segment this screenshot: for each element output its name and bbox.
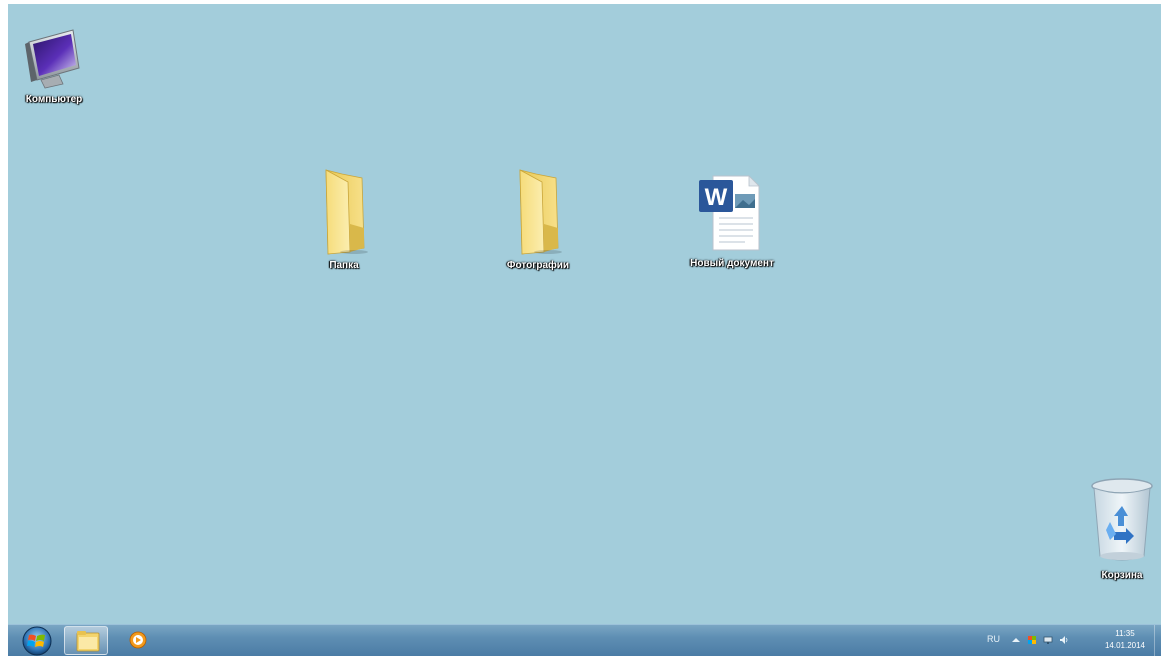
desktop-icon-label: Фотографии: [506, 260, 570, 271]
flag-icon[interactable]: [1027, 635, 1037, 645]
desktop-icon-label: Новый документ: [690, 258, 774, 269]
computer-icon: [25, 29, 80, 89]
desktop-icon-folder-2[interactable]: Фотографии: [490, 164, 586, 271]
clock-time: 11:35: [1115, 629, 1135, 638]
word-document-icon: W: [699, 175, 760, 251]
start-button[interactable]: [16, 626, 58, 656]
desktop-icon-word-doc[interactable]: W Новый документ: [684, 172, 780, 269]
media-player-icon: [129, 631, 147, 649]
desktop-icon-label: Папка: [329, 260, 359, 271]
recycle-bin-icon: [1091, 478, 1153, 561]
desktop-icon-folder-1[interactable]: Папка: [296, 164, 392, 271]
system-tray: RU 11:35 14.01.2014: [981, 625, 1161, 656]
chevron-up-icon[interactable]: [1011, 635, 1021, 645]
desktop-icon-recycle-bin[interactable]: Корзина: [1074, 476, 1161, 581]
show-desktop-button[interactable]: [1154, 625, 1161, 656]
network-icon[interactable]: [1043, 635, 1053, 645]
language-indicator[interactable]: RU: [987, 634, 1000, 644]
clock[interactable]: 11:35 14.01.2014: [1097, 628, 1153, 652]
desktop[interactable]: Компьютер Папка Фотографии W Новый докум…: [8, 4, 1161, 624]
windows-start-icon: [22, 626, 52, 656]
taskbar-media-player-button[interactable]: [124, 626, 168, 655]
taskbar: RU 11:35 14.01.2014: [8, 624, 1161, 656]
clock-date: 14.01.2014: [1104, 641, 1146, 650]
desktop-icon-label: Компьютер: [25, 94, 83, 105]
folder-icon: [325, 169, 368, 255]
volume-icon[interactable]: [1059, 635, 1069, 645]
desktop-icon-computer[interactable]: Компьютер: [8, 24, 102, 105]
svg-text:W: W: [705, 184, 728, 211]
screen: Компьютер Папка Фотографии W Новый докум…: [8, 4, 1161, 656]
folder-explorer-icon: [76, 631, 100, 652]
folder-icon: [519, 169, 562, 255]
taskbar-explorer-button[interactable]: [64, 626, 108, 655]
desktop-icon-label: Корзина: [1101, 570, 1143, 581]
